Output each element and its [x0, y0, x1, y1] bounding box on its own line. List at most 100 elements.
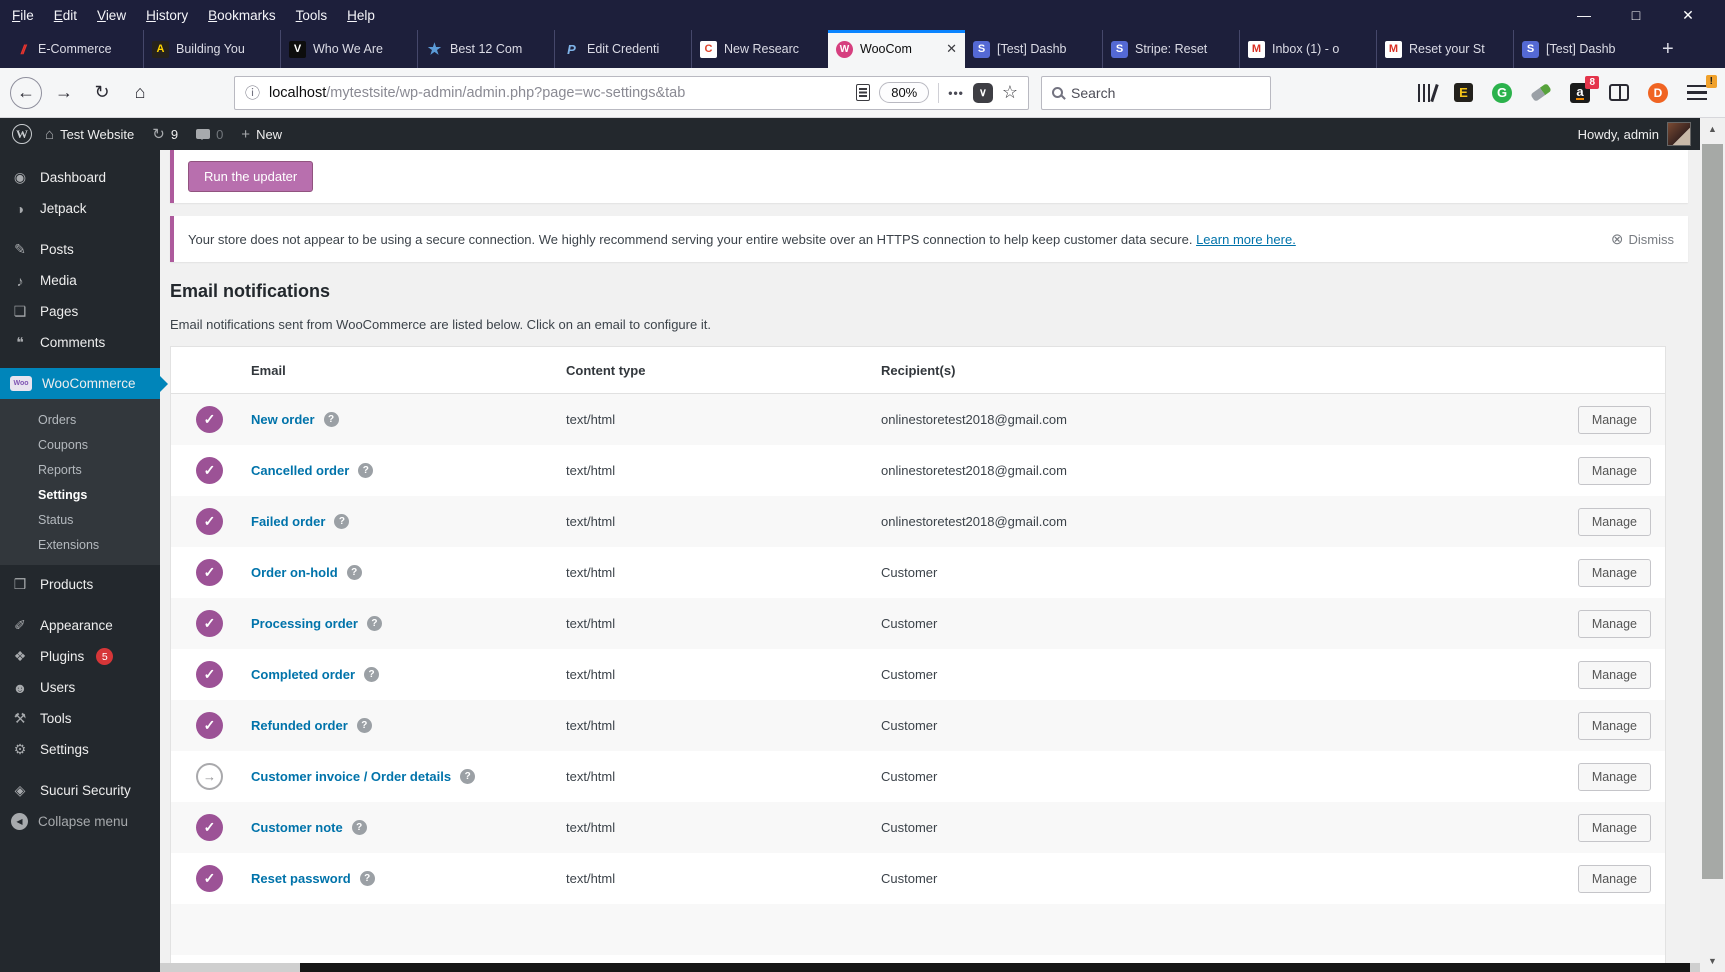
sidebar-item-plugins[interactable]: ❖ Plugins 5: [0, 641, 160, 672]
email-type-link[interactable]: Refunded order: [251, 718, 348, 733]
minimize-button[interactable]: —: [1575, 7, 1593, 23]
bookmark-star-icon[interactable]: ☆: [1002, 82, 1018, 103]
tab-building-your[interactable]: A Building You: [143, 30, 280, 68]
menu-bookmarks[interactable]: Bookmarks: [208, 8, 276, 23]
tab-reset-your-store[interactable]: M Reset your St: [1376, 30, 1513, 68]
manage-button[interactable]: Manage: [1577, 405, 1651, 434]
sidebar-item-products[interactable]: ❒ Products: [0, 569, 160, 600]
manage-button[interactable]: Manage: [1577, 813, 1651, 842]
search-bar[interactable]: Search: [1041, 75, 1271, 110]
vertical-scrollbar-thumb[interactable]: [1702, 144, 1723, 879]
open-menu-icon[interactable]: !: [1687, 74, 1717, 101]
amazon-assistant-icon[interactable]: a8: [1570, 75, 1599, 103]
submenu-item-reports[interactable]: Reports: [0, 457, 160, 482]
reader-mode-icon[interactable]: [856, 84, 871, 101]
sidebar-item-dashboard[interactable]: ◉ Dashboard: [0, 162, 160, 193]
sidebar-item-appearance[interactable]: ✐ Appearance: [0, 610, 160, 641]
d-extension-icon[interactable]: D: [1648, 82, 1668, 103]
tab-test-dashboard-2[interactable]: S [Test] Dashb: [1513, 30, 1650, 68]
menu-view[interactable]: View: [97, 8, 126, 23]
close-tab-icon[interactable]: ✕: [946, 41, 957, 57]
learn-more-link[interactable]: Learn more here.: [1196, 232, 1296, 247]
library-icon[interactable]: [1417, 83, 1438, 102]
help-icon[interactable]: ?: [358, 463, 374, 478]
sidebar-item-users[interactable]: ☻ Users: [0, 672, 160, 703]
help-icon[interactable]: ?: [366, 616, 382, 631]
sidebar-item-tools[interactable]: ⚒ Tools: [0, 703, 160, 734]
admin-bar-account[interactable]: Howdy, admin: [1578, 122, 1691, 146]
tab-test-dashboard-1[interactable]: S [Test] Dashb: [965, 30, 1102, 68]
zoom-level-badge[interactable]: 80%: [879, 82, 930, 103]
help-icon[interactable]: ?: [460, 769, 476, 784]
email-type-link[interactable]: Failed order: [251, 514, 325, 529]
tab-woocommerce-active[interactable]: W WooCom ✕: [828, 30, 965, 68]
back-button[interactable]: ←: [10, 76, 42, 109]
help-icon[interactable]: ?: [323, 412, 339, 427]
manage-button[interactable]: Manage: [1577, 456, 1651, 485]
sidebar-collapse-menu[interactable]: ◀ Collapse menu: [0, 806, 160, 837]
help-icon[interactable]: ?: [364, 667, 380, 682]
help-icon[interactable]: ?: [359, 871, 375, 886]
admin-bar-comments[interactable]: 0: [191, 118, 228, 150]
scroll-up-arrow[interactable]: ▲: [1700, 118, 1725, 140]
reload-button[interactable]: ↻: [86, 77, 118, 109]
email-type-link[interactable]: Order on-hold: [251, 565, 338, 580]
help-icon[interactable]: ?: [351, 820, 367, 835]
manage-button[interactable]: Manage: [1577, 864, 1651, 893]
forward-button[interactable]: →: [48, 77, 80, 109]
tab-ecommerce[interactable]: // E-Commerce: [6, 30, 143, 68]
wordpress-logo-icon[interactable]: W: [12, 124, 32, 144]
email-type-link[interactable]: Cancelled order: [251, 463, 349, 478]
scroll-down-arrow[interactable]: ▼: [1700, 950, 1725, 972]
pocket-icon[interactable]: ∨: [972, 82, 993, 103]
manage-button[interactable]: Manage: [1577, 609, 1651, 638]
help-icon[interactable]: ?: [346, 565, 362, 580]
sidebar-item-media[interactable]: ♪ Media: [0, 265, 160, 296]
close-button[interactable]: ✕: [1679, 7, 1697, 24]
flashlight-icon[interactable]: [1530, 83, 1552, 102]
manage-button[interactable]: Manage: [1577, 762, 1651, 791]
submenu-item-orders[interactable]: Orders: [0, 407, 160, 432]
submenu-item-status[interactable]: Status: [0, 507, 160, 532]
new-tab-button[interactable]: +: [1650, 30, 1686, 68]
url-text[interactable]: localhost/mytestsite/wp-admin/admin.php?…: [269, 85, 847, 101]
tab-stripe-reset[interactable]: S Stripe: Reset: [1102, 30, 1239, 68]
sidebar-item-posts[interactable]: ✎ Posts: [0, 234, 160, 265]
submenu-item-settings[interactable]: Settings: [0, 482, 160, 507]
manage-button[interactable]: Manage: [1577, 711, 1651, 740]
admin-bar-new[interactable]: + New: [236, 118, 287, 150]
vertical-scrollbar[interactable]: ▲ ▼: [1700, 118, 1725, 972]
sidebars-icon[interactable]: [1609, 84, 1629, 101]
help-icon[interactable]: ?: [356, 718, 372, 733]
page-actions-icon[interactable]: •••: [948, 86, 964, 100]
tab-inbox[interactable]: M Inbox (1) - o: [1239, 30, 1376, 68]
horizontal-scrollbar-thumb[interactable]: [300, 963, 1690, 972]
email-type-link[interactable]: Customer note: [251, 820, 343, 835]
tab-best-12[interactable]: ★ Best 12 Com: [417, 30, 554, 68]
email-type-link[interactable]: Customer invoice / Order details: [251, 769, 451, 784]
manage-button[interactable]: Manage: [1577, 660, 1651, 689]
sidebar-item-pages[interactable]: ❏ Pages: [0, 296, 160, 327]
submenu-item-extensions[interactable]: Extensions: [0, 532, 160, 557]
sidebar-item-sucuri-security[interactable]: ◈ Sucuri Security: [0, 775, 160, 806]
tab-edit-credentials[interactable]: P Edit Credenti: [554, 30, 691, 68]
submenu-item-coupons[interactable]: Coupons: [0, 432, 160, 457]
admin-bar-site-name[interactable]: ⌂ Test Website: [40, 118, 139, 150]
help-icon[interactable]: ?: [334, 514, 350, 529]
horizontal-scrollbar[interactable]: [160, 963, 1700, 972]
menu-help[interactable]: Help: [347, 8, 375, 23]
admin-bar-updates[interactable]: ↻ 9: [147, 118, 183, 150]
grammarly-icon[interactable]: G: [1492, 82, 1512, 103]
menu-edit[interactable]: Edit: [54, 8, 77, 23]
sidebar-item-comments[interactable]: ❝ Comments: [0, 327, 160, 358]
email-type-link[interactable]: Processing order: [251, 616, 358, 631]
run-updater-button[interactable]: Run the updater: [188, 161, 314, 192]
dismiss-button[interactable]: ⊗ Dismiss: [1611, 230, 1674, 248]
sidebar-item-settings[interactable]: ⚙ Settings: [0, 734, 160, 765]
menu-history[interactable]: History: [146, 8, 188, 23]
email-type-link[interactable]: New order: [251, 412, 315, 427]
home-button[interactable]: ⌂: [124, 77, 156, 109]
sidebar-item-woocommerce[interactable]: Woo WooCommerce: [0, 368, 160, 399]
evernote-icon[interactable]: E: [1454, 83, 1473, 102]
email-type-link[interactable]: Reset password: [251, 871, 351, 886]
